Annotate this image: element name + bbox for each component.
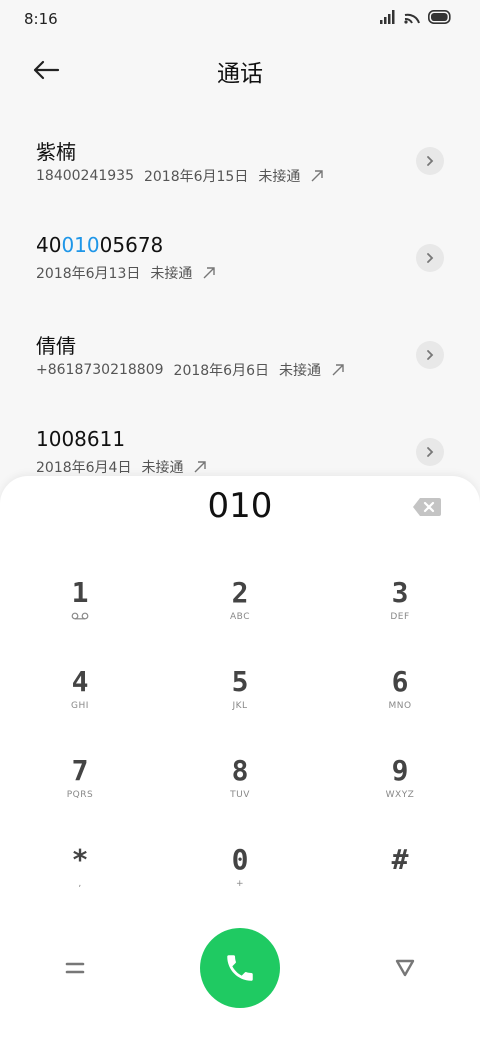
key-hash[interactable]: # [340, 843, 460, 923]
status-icons [380, 10, 452, 24]
outgoing-call-icon [194, 461, 207, 473]
call-date: 2018年6月13日 [36, 266, 141, 282]
key-digit: 6 [391, 665, 409, 698]
key-2[interactable]: 2 ABC [180, 576, 300, 656]
outgoing-call-icon [203, 267, 216, 279]
wifi-icon [404, 13, 420, 24]
call-item[interactable]: 4001005678 2018年6月13日 未接通 [0, 209, 480, 306]
call-meta: 2018年6月4日 未接通 [36, 457, 207, 477]
dialpad-bottom-bar [0, 928, 480, 1008]
key-letters: DEF [390, 612, 410, 622]
key-letters: JKL [232, 701, 248, 711]
menu-button[interactable] [60, 956, 90, 980]
call-date: 2018年6月4日 [36, 460, 132, 476]
key-letters: MNO [388, 701, 412, 711]
outgoing-call-icon [332, 364, 344, 376]
key-letters: PQRS [66, 790, 94, 800]
key-digit: 7 [71, 754, 89, 787]
key-digit: 5 [231, 665, 249, 698]
key-digit: 4 [71, 665, 89, 698]
key-digit: 1 [71, 576, 89, 609]
call-item[interactable]: 紫楠 18400241935 2018年6月15日 未接通 [0, 112, 480, 209]
key-1[interactable]: 1 [20, 576, 140, 656]
key-digit: * [71, 843, 89, 876]
call-item[interactable]: 倩倩 +8618730218809 2018年6月6日 未接通 [0, 306, 480, 403]
call-detail-button[interactable] [416, 147, 444, 175]
key-star[interactable]: * , [20, 843, 140, 923]
key-digit: 9 [391, 754, 409, 787]
call-number: 18400241935 [36, 168, 134, 184]
call-meta: 2018年6月13日 未接通 [36, 263, 216, 283]
call-name: 紫楠 [36, 140, 76, 164]
key-letters: ABC [230, 612, 250, 622]
call-detail-button[interactable] [416, 438, 444, 466]
call-name-prefix: 40 [36, 233, 62, 257]
call-status: 未接通 [258, 169, 301, 185]
backspace-button[interactable] [412, 496, 442, 518]
key-letters: WXYZ [385, 790, 415, 800]
call-detail-button[interactable] [416, 341, 444, 369]
chevron-right-icon [427, 350, 434, 360]
call-status: 未接通 [278, 363, 321, 379]
backspace-icon [413, 498, 441, 516]
key-7[interactable]: 7 PQRS [20, 754, 140, 834]
call-number: +8618730218809 [36, 362, 164, 378]
key-digit: 2 [231, 576, 249, 609]
key-digit: 0 [231, 843, 249, 876]
outgoing-call-icon [311, 170, 324, 182]
status-bar: 8:16 [0, 0, 480, 40]
call-list: 紫楠 18400241935 2018年6月15日 未接通 4001005678… [0, 112, 480, 500]
key-digit: 8 [231, 754, 249, 787]
chevron-right-icon [427, 253, 434, 263]
key-digit: 3 [391, 576, 409, 609]
call-status: 未接通 [150, 266, 193, 282]
key-6[interactable]: 6 MNO [340, 665, 460, 745]
call-button[interactable] [200, 928, 280, 1008]
call-date: 2018年6月15日 [143, 169, 249, 185]
header: 通话 [0, 40, 480, 100]
key-letters: , [78, 879, 82, 889]
call-meta: +8618730218809 2018年6月6日 未接通 [36, 360, 345, 380]
signal-icon [380, 10, 395, 24]
call-date: 2018年6月6日 [173, 363, 269, 379]
battery-icon [428, 10, 451, 24]
key-digit: # [391, 843, 409, 876]
key-0[interactable]: 0 + [180, 843, 300, 923]
call-name: 倩倩 [36, 334, 76, 358]
key-9[interactable]: 9 WXYZ [340, 754, 460, 834]
call-detail-button[interactable] [416, 244, 444, 272]
key-3[interactable]: 3 DEF [340, 576, 460, 656]
key-letters: GHI [71, 701, 89, 711]
chevron-right-icon [427, 447, 434, 457]
phone-icon [227, 955, 253, 981]
key-4[interactable]: 4 GHI [20, 665, 140, 745]
voicemail-icon [71, 612, 89, 620]
triangle-down-icon [395, 959, 415, 977]
call-name-match: 010 [61, 233, 100, 257]
dialpad: 010 1 2 ABC 3 DEF 4 GHI 5 JKL 6 MNO 7 PQ… [0, 476, 480, 1040]
dialed-number: 010 [207, 486, 273, 526]
collapse-dialpad-button[interactable] [390, 956, 420, 980]
key-5[interactable]: 5 JKL [180, 665, 300, 745]
call-name-suffix: 05678 [99, 233, 164, 257]
page-title: 通话 [217, 61, 263, 87]
chevron-right-icon [427, 156, 434, 166]
key-letters: + [235, 879, 245, 889]
call-name: 1008611 [36, 427, 126, 451]
status-time: 8:16 [24, 10, 58, 28]
key-8[interactable]: 8 TUV [180, 754, 300, 834]
menu-icon [65, 962, 85, 974]
key-letters: TUV [230, 790, 250, 800]
call-meta: 18400241935 2018年6月15日 未接通 [36, 166, 324, 186]
call-name: 4001005678 [36, 233, 163, 257]
call-status: 未接通 [141, 460, 184, 476]
